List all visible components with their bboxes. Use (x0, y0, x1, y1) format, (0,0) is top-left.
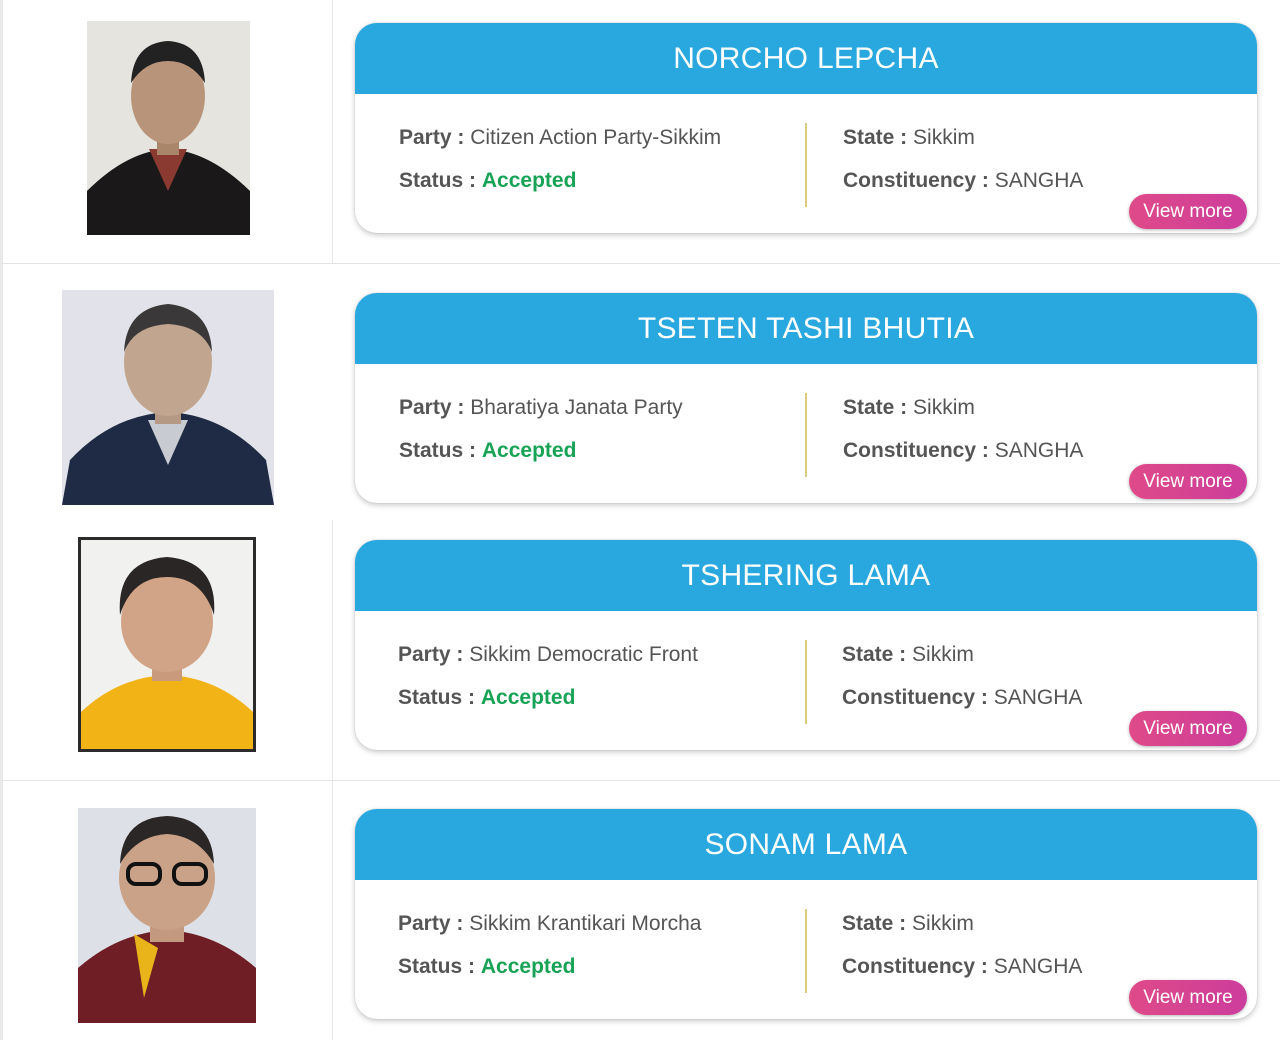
party-value: Citizen Action Party-Sikkim (470, 126, 722, 149)
status-label: Status : (398, 686, 476, 709)
candidate-row: NORCHO LEPCHA Party : Citizen Action Par… (0, 0, 1280, 263)
party-label: Party : (399, 126, 465, 149)
left-border (0, 0, 3, 263)
constituency-value: SANGHA (994, 439, 1084, 462)
party-field: Party : Citizen Action Party-Sikkim (399, 126, 721, 150)
constituency-field: Constituency : SANGHA (842, 686, 1082, 710)
status-value: Accepted (481, 169, 577, 192)
candidate-card: TSETEN TASHI BHUTIA Party : Bharatiya Ja… (355, 293, 1257, 503)
candidate-card: NORCHO LEPCHA Party : Citizen Action Par… (355, 23, 1257, 233)
party-value: Sikkim Krantikari Morcha (469, 912, 702, 935)
view-more-button[interactable]: View more (1129, 980, 1247, 1015)
constituency-field: Constituency : SANGHA (843, 169, 1083, 193)
info-divider (805, 123, 807, 207)
state-field: State : Sikkim (842, 912, 974, 936)
candidate-name: TSHERING LAMA (355, 540, 1257, 611)
constituency-value: SANGHA (994, 169, 1084, 192)
state-label: State : (843, 396, 908, 419)
candidate-row: SONAM LAMA Party : Sikkim Krantikari Mor… (0, 781, 1280, 1040)
status-label: Status : (399, 169, 477, 192)
view-more-button[interactable]: View more (1129, 464, 1247, 499)
constituency-field: Constituency : SANGHA (843, 439, 1083, 463)
view-more-button[interactable]: View more (1129, 711, 1247, 746)
candidate-row: TSHERING LAMA Party : Sikkim Democratic … (0, 520, 1280, 780)
candidate-name: NORCHO LEPCHA (355, 23, 1257, 94)
state-field: State : Sikkim (843, 126, 975, 150)
column-divider (332, 0, 333, 263)
left-border (0, 781, 3, 1040)
constituency-label: Constituency : (842, 686, 988, 709)
party-field: Party : Bharatiya Janata Party (399, 396, 683, 420)
constituency-label: Constituency : (842, 955, 988, 978)
constituency-field: Constituency : SANGHA (842, 955, 1082, 979)
status-field: Status : Accepted (398, 686, 575, 710)
candidate-photo (87, 21, 250, 235)
state-label: State : (842, 643, 907, 666)
status-value: Accepted (480, 955, 576, 978)
info-divider (805, 909, 807, 993)
state-value: Sikkim (913, 126, 975, 149)
status-value: Accepted (480, 686, 576, 709)
party-value: Sikkim Democratic Front (469, 643, 698, 666)
state-value: Sikkim (912, 643, 974, 666)
column-divider (332, 781, 333, 1040)
state-value: Sikkim (913, 396, 975, 419)
candidate-photo (62, 290, 274, 505)
status-field: Status : Accepted (399, 169, 576, 193)
left-border (0, 520, 3, 780)
info-divider (805, 640, 807, 724)
info-divider (805, 393, 807, 477)
status-field: Status : Accepted (399, 439, 576, 463)
state-field: State : Sikkim (842, 643, 974, 667)
candidate-card: SONAM LAMA Party : Sikkim Krantikari Mor… (355, 809, 1257, 1019)
status-value: Accepted (481, 439, 577, 462)
candidate-card: TSHERING LAMA Party : Sikkim Democratic … (355, 540, 1257, 750)
party-field: Party : Sikkim Democratic Front (398, 643, 698, 667)
party-label: Party : (398, 912, 464, 935)
candidate-photo (78, 808, 256, 1023)
state-label: State : (842, 912, 907, 935)
constituency-value: SANGHA (993, 955, 1083, 978)
constituency-label: Constituency : (843, 439, 989, 462)
view-more-button[interactable]: View more (1129, 194, 1247, 229)
status-label: Status : (398, 955, 476, 978)
party-label: Party : (398, 643, 464, 666)
left-border (0, 264, 3, 520)
party-field: Party : Sikkim Krantikari Morcha (398, 912, 701, 936)
status-label: Status : (399, 439, 477, 462)
state-value: Sikkim (912, 912, 974, 935)
state-field: State : Sikkim (843, 396, 975, 420)
candidate-name: SONAM LAMA (355, 809, 1257, 880)
candidate-name: TSETEN TASHI BHUTIA (355, 293, 1257, 364)
state-label: State : (843, 126, 908, 149)
constituency-label: Constituency : (843, 169, 989, 192)
candidate-photo (78, 537, 256, 752)
constituency-value: SANGHA (993, 686, 1083, 709)
party-label: Party : (399, 396, 465, 419)
column-divider (332, 520, 333, 780)
candidate-row: TSETEN TASHI BHUTIA Party : Bharatiya Ja… (0, 264, 1280, 520)
party-value: Bharatiya Janata Party (470, 396, 683, 419)
status-field: Status : Accepted (398, 955, 575, 979)
